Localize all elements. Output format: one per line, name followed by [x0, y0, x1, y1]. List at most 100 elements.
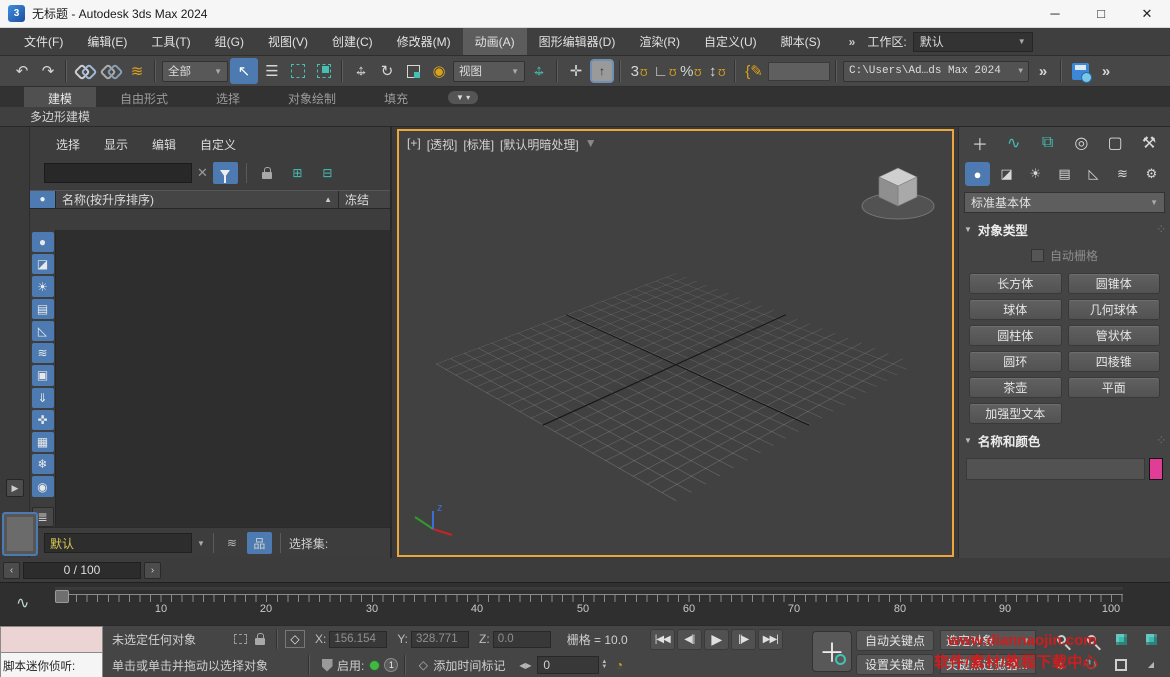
filter-icon[interactable] — [212, 162, 238, 184]
frozen-column-header[interactable]: 冻结 — [338, 191, 390, 208]
viewport-standard-menu[interactable]: [标准] — [463, 136, 494, 153]
subtab-shapes[interactable]: ◪ — [994, 162, 1019, 186]
viewport-shading-menu[interactable]: [默认明暗处理] — [500, 136, 579, 153]
previous-frame-button[interactable]: ◀|| — [676, 628, 702, 650]
menu-file[interactable]: 文件(F) — [12, 28, 75, 55]
subtab-helpers[interactable]: ◺ — [1081, 162, 1106, 186]
edit-named-selection-sets-icon[interactable]: {✎ — [742, 59, 766, 83]
plane-button[interactable]: 平面 — [1067, 377, 1160, 398]
percent-snap-icon[interactable]: % Ω — [679, 59, 703, 83]
filter-bones-icon[interactable]: ✜ — [31, 409, 54, 430]
select-by-name-icon[interactable]: ☰ — [260, 59, 284, 83]
teapot-button[interactable]: 茶壶 — [969, 377, 1062, 398]
menu-graph-editors[interactable]: 图形编辑器(D) — [527, 28, 628, 55]
select-and-scale-icon[interactable] — [401, 59, 425, 83]
timeline-ruler[interactable]: ∿ 10 20 30 40 50 60 70 80 90 100 — [0, 582, 1170, 625]
select-and-place-icon[interactable]: ◉ — [427, 59, 451, 83]
snap-toggle-3d-icon[interactable]: 3Ω — [627, 59, 651, 83]
object-type-rollout[interactable]: ▼ 对象类型 ⁘ — [964, 220, 1165, 239]
z-coordinate-field[interactable]: 0.0 — [492, 630, 551, 648]
lock-icon[interactable] — [255, 162, 280, 184]
x-coordinate-field[interactable]: 156.154 — [329, 630, 388, 648]
se-menu-edit[interactable]: 编辑 — [152, 136, 176, 153]
next-frame-arrow[interactable]: › — [144, 561, 161, 579]
undo-icon[interactable]: ↶ — [10, 59, 34, 83]
zoom-extents-all-icon[interactable] — [1141, 630, 1161, 650]
select-and-move-icon[interactable] — [349, 59, 373, 83]
subtab-systems[interactable]: ⚙ — [1139, 162, 1164, 186]
window-crossing-icon[interactable] — [312, 59, 336, 83]
toolbar-overflow-chevron-2[interactable]: » — [1094, 59, 1118, 83]
hierarchy-view-icon[interactable]: 品 — [246, 532, 272, 554]
autogrid-checkbox[interactable] — [1030, 249, 1044, 262]
name-column-header[interactable]: 名称(按升序排序) ▲ — [56, 191, 338, 208]
workspace-select[interactable]: 默认 ▼ — [912, 31, 1033, 52]
rectangular-selection-region-icon[interactable] — [286, 59, 310, 83]
menu-overflow-chevron[interactable]: » — [849, 35, 856, 49]
subtab-geometry[interactable]: ● — [965, 162, 990, 186]
filter-containers-icon[interactable]: ▦ — [31, 431, 54, 453]
ribbon-minimize-button[interactable]: ▼ ▾ — [448, 90, 479, 104]
nav-overflow-icon[interactable]: ◢ — [1141, 655, 1161, 675]
object-color-swatch[interactable] — [1149, 458, 1163, 480]
explorer-tree-area[interactable]: ● ◪ ☀ ▤ ◺ ≋ ▣ ⇓ ✜ ▦ ❄ ◉ ≣ — [30, 230, 390, 527]
go-to-end-button[interactable]: ▶▶| — [757, 628, 783, 650]
filter-spacewarps-icon[interactable]: ≋ — [31, 343, 54, 364]
viewport-general-menu[interactable]: [+] — [407, 136, 421, 153]
reference-coordinate-select[interactable]: 视图 ▼ — [453, 60, 525, 82]
auto-key-button[interactable]: 自动关键点 — [856, 630, 934, 651]
close-button[interactable]: ✕ — [1124, 0, 1170, 27]
filter-geometry-icon[interactable]: ● — [31, 232, 54, 253]
expand-tree-icon[interactable]: ⊞ — [285, 162, 310, 184]
viewport-filter-icon[interactable]: ▼ — [585, 136, 597, 153]
tab-utilities[interactable]: ⚒ — [1134, 129, 1164, 157]
toolbar-overflow-chevron[interactable]: » — [1031, 59, 1055, 83]
select-and-manipulate-icon[interactable]: ✛ — [564, 59, 588, 83]
cone-button[interactable]: 圆锥体 — [1067, 273, 1160, 294]
time-configuration-icon[interactable]: ◔ — [609, 655, 629, 675]
cylinder-button[interactable]: 圆柱体 — [969, 325, 1062, 346]
row-marker-icon[interactable]: ● — [30, 191, 56, 208]
se-menu-display[interactable]: 显示 — [104, 136, 128, 153]
time-slider-handle[interactable] — [55, 590, 69, 603]
menu-animation[interactable]: 动画(A) — [462, 28, 527, 55]
viewport-pov-menu[interactable]: [透视] — [427, 136, 458, 153]
link-icon[interactable] — [73, 59, 97, 83]
search-input[interactable] — [44, 163, 192, 183]
bind-to-spacewarp-icon[interactable]: ≋ — [125, 59, 149, 83]
select-and-rotate-icon[interactable]: ↻ — [375, 59, 399, 83]
chevron-down-icon[interactable]: ▼ — [197, 539, 205, 548]
filter-xrefs-icon[interactable]: ⇓ — [31, 387, 54, 408]
menu-scripting[interactable]: 脚本(S) — [769, 28, 833, 55]
pyramid-button[interactable]: 四棱锥 — [1067, 351, 1160, 372]
menu-tools[interactable]: 工具(T) — [139, 28, 202, 55]
name-color-rollout[interactable]: ▼ 名称和颜色 ⁘ — [964, 431, 1165, 450]
select-object-button[interactable]: ↖ — [230, 58, 258, 84]
filter-shapes-icon[interactable]: ◪ — [31, 254, 54, 275]
maxscript-mini-listener[interactable]: 脚本迷你侦听: — [0, 626, 103, 677]
prev-frame-arrow[interactable]: ‹ — [3, 561, 20, 579]
perspective-viewport[interactable]: [+] [透视] [标准] [默认明暗处理] ▼ z — [397, 129, 954, 557]
tab-hierarchy[interactable]: ⧉ — [1033, 129, 1063, 157]
filter-lights-icon[interactable]: ☀ — [31, 276, 54, 297]
listener-macro-row[interactable] — [0, 626, 103, 653]
selection-lock-icon[interactable] — [250, 629, 270, 649]
clear-search-icon[interactable]: ✕ — [197, 165, 208, 181]
subtab-spacewarps[interactable]: ≋ — [1110, 162, 1135, 186]
y-coordinate-field[interactable]: 328.771 — [411, 630, 470, 648]
tab-motion[interactable]: ◎ — [1066, 129, 1096, 157]
current-frame-field[interactable]: 0 — [537, 656, 600, 674]
frame-spinner[interactable]: ▲ ▼ — [601, 659, 607, 670]
filter-hidden-icon[interactable]: ◉ — [31, 476, 54, 497]
named-selection-set-field[interactable] — [768, 61, 830, 81]
view-cube[interactable] — [858, 155, 938, 227]
se-menu-select[interactable]: 选择 — [56, 136, 80, 153]
ribbon-tab-freeform[interactable]: 自由形式 — [96, 87, 192, 107]
angle-snap-icon[interactable]: ∟ Ω — [653, 59, 677, 83]
menu-modifiers[interactable]: 修改器(M) — [385, 28, 463, 55]
textplus-button[interactable]: 加强型文本 — [969, 403, 1062, 424]
preset-select[interactable]: 默认 — [44, 533, 192, 553]
go-to-start-button[interactable]: |◀◀ — [649, 628, 675, 650]
sphere-button[interactable]: 球体 — [969, 299, 1062, 320]
menu-rendering[interactable]: 渲染(R) — [627, 28, 692, 55]
